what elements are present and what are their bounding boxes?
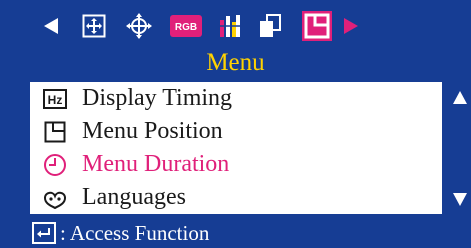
rgb-icon[interactable]: RGB (168, 6, 204, 46)
footer-hint: : Access Function (0, 218, 471, 248)
languages-icon (40, 183, 70, 213)
color-bars-icon[interactable] (215, 6, 245, 46)
menu-title: Menu (206, 49, 265, 76)
hz-icon: Hz (40, 84, 70, 114)
menu-position-icon (40, 117, 70, 147)
osd-menu: RGB Menu Hz Display Timing Menu Position… (0, 0, 471, 248)
menu-setup-icon[interactable] (300, 6, 334, 46)
tab-bar: RGB (0, 6, 471, 46)
menu-item-menu-duration[interactable]: Menu Duration (30, 148, 442, 181)
scroll-down-icon[interactable] (452, 191, 468, 207)
menu-item-label: Menu Position (82, 118, 223, 144)
arrow-left-icon[interactable] (40, 6, 62, 46)
geometry-icon[interactable] (124, 6, 154, 46)
menu-item-menu-position[interactable]: Menu Position (30, 115, 442, 148)
arrow-right-icon[interactable] (340, 6, 362, 46)
rgb-icon-label: RGB (175, 22, 197, 33)
menu-item-label: Display Timing (82, 85, 233, 111)
enter-icon (32, 222, 56, 244)
menu-item-label: Languages (82, 184, 186, 210)
position-icon[interactable] (80, 6, 108, 46)
footer-text: : Access Function (60, 221, 210, 245)
windows-icon[interactable] (255, 6, 285, 46)
clock-icon (40, 150, 70, 180)
menu-item-label: Menu Duration (82, 151, 230, 177)
menu-item-display-timing[interactable]: Hz Display Timing (30, 82, 442, 115)
scroll-up-icon[interactable] (452, 90, 468, 106)
menu-list: Hz Display Timing Menu Position Menu Dur… (30, 82, 442, 214)
menu-item-languages[interactable]: Languages (30, 181, 442, 214)
hz-icon-label: Hz (48, 93, 63, 107)
